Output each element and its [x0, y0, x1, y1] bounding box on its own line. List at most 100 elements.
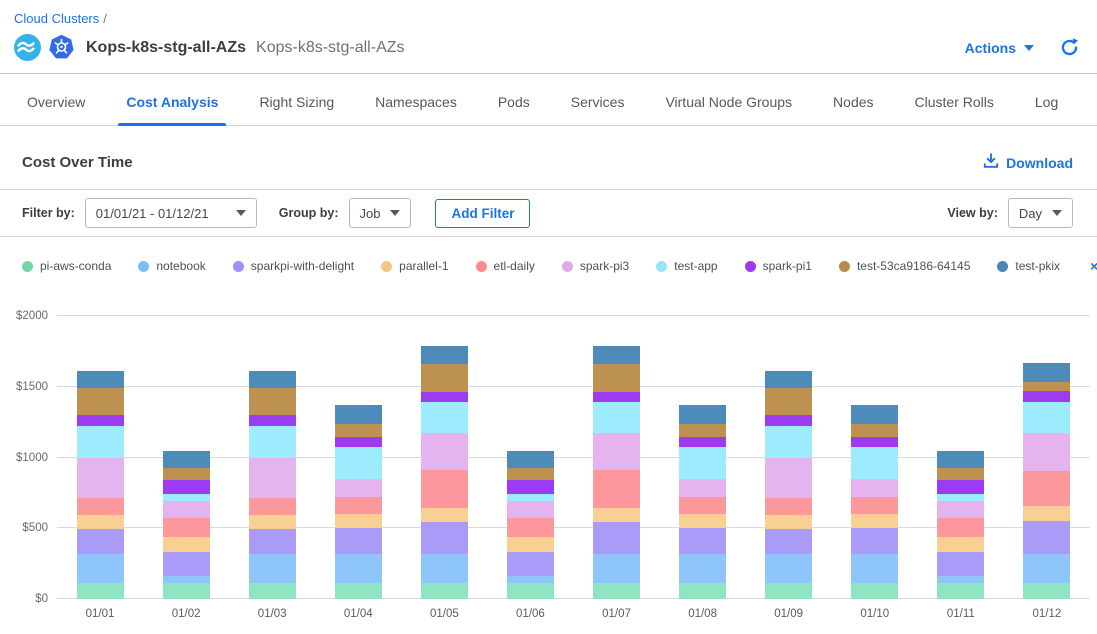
legend-item-parallel-1[interactable]: parallel-1: [381, 259, 448, 273]
legend-item-etl-daily[interactable]: etl-daily: [476, 259, 535, 273]
bar-segment-notebook[interactable]: [851, 554, 898, 583]
bar-segment-pi-aws-conda[interactable]: [249, 583, 296, 599]
bar-segment-parallel-1[interactable]: [335, 514, 382, 528]
bar-segment-spark-pi1[interactable]: [937, 480, 984, 494]
bar-segment-parallel-1[interactable]: [937, 537, 984, 552]
bar-segment-spark-pi1[interactable]: [249, 415, 296, 426]
bar-segment-test-53ca9186-64145[interactable]: [335, 424, 382, 437]
bar-segment-test-app[interactable]: [851, 447, 898, 480]
tab-services[interactable]: Services: [569, 94, 627, 125]
actions-button[interactable]: Actions: [965, 40, 1034, 56]
bar-segment-test-pkix[interactable]: [163, 451, 210, 468]
bar-segment-sparkpi-with-delight[interactable]: [937, 552, 984, 576]
bar-segment-etl-daily[interactable]: [421, 470, 468, 507]
bar-segment-notebook[interactable]: [335, 554, 382, 583]
bar-segment-notebook[interactable]: [937, 576, 984, 583]
tab-cluster-rolls[interactable]: Cluster Rolls: [913, 94, 996, 125]
legend-item-notebook[interactable]: notebook: [138, 259, 205, 273]
bar-segment-notebook[interactable]: [77, 554, 124, 583]
add-filter-button[interactable]: Add Filter: [435, 199, 530, 228]
tab-virtual-node-groups[interactable]: Virtual Node Groups: [663, 94, 794, 125]
bar-segment-parallel-1[interactable]: [249, 515, 296, 529]
deselect-all-button[interactable]: × Deselect All: [1090, 252, 1097, 280]
bar-segment-test-pkix[interactable]: [765, 371, 812, 388]
bar-segment-test-53ca9186-64145[interactable]: [249, 388, 296, 416]
bar-segment-etl-daily[interactable]: [77, 498, 124, 515]
bar-segment-sparkpi-with-delight[interactable]: [851, 528, 898, 554]
bar-segment-notebook[interactable]: [765, 554, 812, 583]
bar-segment-spark-pi1[interactable]: [851, 437, 898, 447]
tab-namespaces[interactable]: Namespaces: [373, 94, 459, 125]
bar-segment-spark-pi3[interactable]: [163, 501, 210, 518]
bar-segment-test-pkix[interactable]: [77, 371, 124, 388]
bar-segment-test-pkix[interactable]: [851, 405, 898, 423]
bar-segment-sparkpi-with-delight[interactable]: [765, 529, 812, 554]
bar-segment-test-53ca9186-64145[interactable]: [937, 468, 984, 480]
bar-segment-pi-aws-conda[interactable]: [679, 583, 726, 599]
bar-segment-parallel-1[interactable]: [421, 508, 468, 522]
bar-segment-pi-aws-conda[interactable]: [937, 583, 984, 599]
bar-segment-sparkpi-with-delight[interactable]: [163, 552, 210, 576]
bar-segment-test-53ca9186-64145[interactable]: [163, 468, 210, 480]
bar-segment-pi-aws-conda[interactable]: [593, 583, 640, 599]
bar-segment-pi-aws-conda[interactable]: [851, 583, 898, 599]
bar-segment-spark-pi1[interactable]: [335, 437, 382, 447]
bar-segment-test-app[interactable]: [77, 426, 124, 458]
bar-segment-spark-pi1[interactable]: [77, 415, 124, 426]
tab-overview[interactable]: Overview: [25, 94, 87, 125]
tab-right-sizing[interactable]: Right Sizing: [257, 94, 336, 125]
bar-segment-etl-daily[interactable]: [507, 518, 554, 537]
bar-segment-spark-pi1[interactable]: [507, 480, 554, 494]
bar-segment-test-pkix[interactable]: [937, 451, 984, 468]
bar-segment-pi-aws-conda[interactable]: [421, 583, 468, 599]
bar-segment-spark-pi3[interactable]: [421, 433, 468, 470]
bar-segment-pi-aws-conda[interactable]: [765, 583, 812, 599]
bar-segment-test-app[interactable]: [1023, 402, 1070, 433]
bar-segment-etl-daily[interactable]: [335, 497, 382, 514]
bar-segment-notebook[interactable]: [593, 554, 640, 583]
tab-nodes[interactable]: Nodes: [831, 94, 875, 125]
bar-segment-spark-pi3[interactable]: [679, 479, 726, 497]
bar-segment-parallel-1[interactable]: [851, 514, 898, 528]
legend-item-spark-pi1[interactable]: spark-pi1: [745, 259, 812, 273]
legend-item-sparkpi-with-delight[interactable]: sparkpi-with-delight: [233, 259, 354, 273]
bar-segment-spark-pi3[interactable]: [77, 458, 124, 498]
bar-segment-etl-daily[interactable]: [163, 518, 210, 537]
bar-segment-pi-aws-conda[interactable]: [77, 583, 124, 599]
bar-segment-parallel-1[interactable]: [765, 515, 812, 529]
bar-segment-etl-daily[interactable]: [1023, 471, 1070, 506]
bar-segment-etl-daily[interactable]: [765, 498, 812, 515]
bar-segment-notebook[interactable]: [249, 554, 296, 583]
bar-segment-test-app[interactable]: [249, 426, 296, 458]
bar-segment-etl-daily[interactable]: [851, 497, 898, 514]
bar-segment-sparkpi-with-delight[interactable]: [77, 529, 124, 554]
bar-segment-test-pkix[interactable]: [421, 346, 468, 364]
bar-segment-spark-pi3[interactable]: [851, 479, 898, 497]
bar-segment-spark-pi1[interactable]: [421, 392, 468, 403]
bar-segment-notebook[interactable]: [679, 554, 726, 583]
group-by-select[interactable]: Job: [349, 198, 412, 228]
bar-segment-parallel-1[interactable]: [507, 537, 554, 552]
bar-segment-etl-daily[interactable]: [593, 470, 640, 507]
bar-segment-test-app[interactable]: [421, 402, 468, 432]
bar-segment-spark-pi1[interactable]: [593, 392, 640, 403]
bar-segment-spark-pi1[interactable]: [163, 480, 210, 494]
bar-segment-sparkpi-with-delight[interactable]: [335, 528, 382, 554]
bar-segment-etl-daily[interactable]: [937, 518, 984, 537]
bar-segment-test-pkix[interactable]: [593, 346, 640, 364]
tab-pods[interactable]: Pods: [496, 94, 532, 125]
download-button[interactable]: Download: [983, 153, 1073, 172]
legend-item-spark-pi3[interactable]: spark-pi3: [562, 259, 629, 273]
bar-segment-test-pkix[interactable]: [335, 405, 382, 423]
legend-item-test-app[interactable]: test-app: [656, 259, 717, 273]
bar-segment-spark-pi3[interactable]: [1023, 433, 1070, 471]
bar-segment-pi-aws-conda[interactable]: [507, 583, 554, 599]
bar-segment-test-53ca9186-64145[interactable]: [765, 388, 812, 416]
bar-segment-notebook[interactable]: [1023, 554, 1070, 583]
bar-segment-test-53ca9186-64145[interactable]: [1023, 382, 1070, 391]
bar-segment-sparkpi-with-delight[interactable]: [1023, 521, 1070, 554]
bar-segment-spark-pi1[interactable]: [765, 415, 812, 426]
bar-segment-test-app[interactable]: [765, 426, 812, 458]
bar-segment-test-53ca9186-64145[interactable]: [421, 364, 468, 392]
breadcrumb-link-cloud-clusters[interactable]: Cloud Clusters: [14, 11, 99, 26]
